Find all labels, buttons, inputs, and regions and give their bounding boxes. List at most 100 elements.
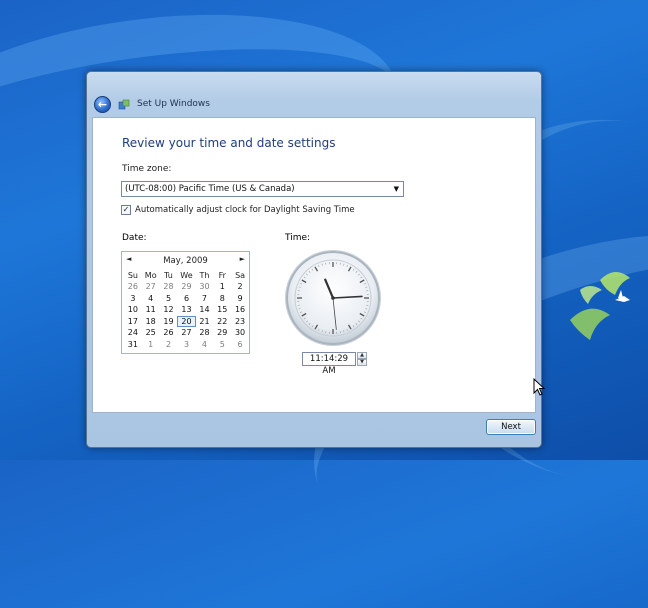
calendar-day[interactable]: 24 (124, 327, 142, 339)
calendar-day[interactable]: 21 (196, 316, 214, 328)
calendar-day[interactable]: 16 (231, 304, 249, 316)
calendar-day[interactable]: 2 (231, 281, 249, 293)
clock-tick (356, 271, 357, 272)
calendar-day[interactable]: 27 (177, 327, 195, 339)
calendar-day[interactable]: 6 (177, 293, 195, 305)
calendar-day[interactable]: 30 (196, 281, 214, 293)
calendar-day[interactable]: 12 (160, 304, 178, 316)
clock-tick (315, 267, 318, 271)
setup-windows-icon (118, 99, 130, 111)
dst-checkbox[interactable]: ✓ (121, 205, 131, 215)
calendar-day[interactable]: 4 (196, 339, 214, 351)
time-down-button[interactable]: ▼ (357, 359, 367, 366)
calendar-day-label: 26 (163, 328, 173, 337)
clock-tick (347, 265, 348, 267)
next-month-icon[interactable]: ► (240, 255, 245, 263)
calendar-day[interactable]: 9 (231, 293, 249, 305)
weekday-header: Su (124, 270, 142, 281)
title-bar: ← Set Up Windows (87, 72, 541, 116)
calendar-day-selected[interactable]: 20 (177, 316, 195, 328)
timezone-value: (UTC-08:00) Pacific Time (US & Canada) (125, 184, 295, 194)
calendar-day[interactable]: 29 (213, 327, 231, 339)
clock-tick (315, 325, 318, 329)
clock-tick (306, 274, 307, 275)
timezone-dropdown[interactable]: (UTC-08:00) Pacific Time (US & Canada) ▼ (121, 181, 404, 197)
calendar-day[interactable]: 28 (160, 281, 178, 293)
calendar-day[interactable]: 8 (213, 293, 231, 305)
clock-second-hand (333, 298, 336, 330)
calendar-day[interactable]: 5 (213, 339, 231, 351)
calendar-day-label: 4 (148, 294, 153, 303)
calendar-day[interactable]: 4 (142, 293, 160, 305)
dst-checkbox-label[interactable]: Automatically adjust clock for Daylight … (135, 205, 355, 215)
calendar-day-label: 16 (235, 305, 245, 314)
calendar-day-label: 22 (217, 317, 227, 326)
content-panel: Review your time and date settings Time … (92, 117, 536, 413)
calendar-day[interactable]: 17 (124, 316, 142, 328)
calendar-day[interactable]: 13 (177, 304, 195, 316)
calendar-day-label: 30 (199, 282, 209, 291)
calendar-day-label: 21 (199, 317, 209, 326)
calendar-day[interactable]: 3 (177, 339, 195, 351)
setup-windows-dialog: ← Set Up Windows Review your time and da… (86, 71, 542, 448)
calendar-day[interactable]: 1 (142, 339, 160, 351)
calendar-day[interactable]: 3 (124, 293, 142, 305)
calendar-day[interactable]: 2 (160, 339, 178, 351)
calendar-day[interactable]: 26 (160, 327, 178, 339)
clock-tick (300, 312, 302, 313)
clock-tick (304, 277, 306, 278)
clock-tick (365, 309, 367, 310)
calendar-week-row: 262728 29 30 12 (124, 281, 249, 293)
calendar-day-label: 17 (128, 317, 138, 326)
calendar-day[interactable]: 25 (142, 327, 160, 339)
calendar-day[interactable]: 22 (213, 316, 231, 328)
calendar-day[interactable]: 23 (231, 316, 249, 328)
calendar-day-label: 6 (238, 340, 243, 349)
calendar-day[interactable]: 14 (196, 304, 214, 316)
date-calendar: ◄ May, 2009 ► SuMoTuWeThFrSa 26272829301… (121, 251, 250, 354)
calendar-day[interactable]: 15 (213, 304, 231, 316)
calendar-day-label: 27 (181, 328, 191, 337)
clock-tick (347, 329, 348, 331)
calendar-day[interactable]: 31 (124, 339, 142, 351)
clock-tick (302, 314, 306, 317)
time-up-button[interactable]: ▲ (357, 352, 367, 359)
weekday-header: Fr (213, 270, 231, 281)
clock-tick (299, 287, 301, 288)
calendar-day-label: 4 (202, 340, 207, 349)
calendar-day[interactable]: 19 (160, 316, 178, 328)
calendar-day-label: 28 (163, 282, 173, 291)
time-label: Time: (285, 233, 310, 243)
calendar-week-row: 34567 8 9 (124, 293, 249, 305)
calendar-day[interactable]: 18 (142, 316, 160, 328)
calendar-day[interactable]: 7 (196, 293, 214, 305)
calendar-day[interactable]: 29 (177, 281, 195, 293)
clock-tick (312, 269, 313, 271)
back-button[interactable]: ← (94, 96, 111, 113)
calendar-day[interactable]: 1 (213, 281, 231, 293)
next-button[interactable]: Next (486, 419, 536, 435)
calendar-day[interactable]: 27 (142, 281, 160, 293)
calendar-day-label: 8 (220, 294, 225, 303)
calendar-day-label: 7 (202, 294, 207, 303)
calendar-day[interactable]: 30 (231, 327, 249, 339)
calendar-week-row: 24 2526 27 282930 (124, 327, 249, 339)
clock-tick (358, 321, 359, 322)
clock-tick (322, 330, 323, 332)
calendar-day[interactable]: 11 (142, 304, 160, 316)
calendar-day-label: 24 (128, 328, 138, 337)
calendar-day-label: 9 (238, 294, 243, 303)
clock-tick (309, 323, 310, 324)
calendar-day-label: 20 (177, 316, 195, 327)
calendar-day[interactable]: 28 (196, 327, 214, 339)
clock-tick (361, 277, 363, 278)
clock-tick (365, 287, 367, 288)
calendar-day[interactable]: 10 (124, 304, 142, 316)
calendar-month-title[interactable]: May, 2009 (122, 256, 249, 266)
calendar-day-label: 23 (235, 317, 245, 326)
calendar-day[interactable]: 26 (124, 281, 142, 293)
time-input[interactable]: 11:14:29 AM (302, 352, 356, 366)
calendar-day[interactable]: 6 (231, 339, 249, 351)
calendar-day[interactable]: 5 (160, 293, 178, 305)
weekday-header-row: SuMoTuWeThFrSa (124, 270, 249, 281)
